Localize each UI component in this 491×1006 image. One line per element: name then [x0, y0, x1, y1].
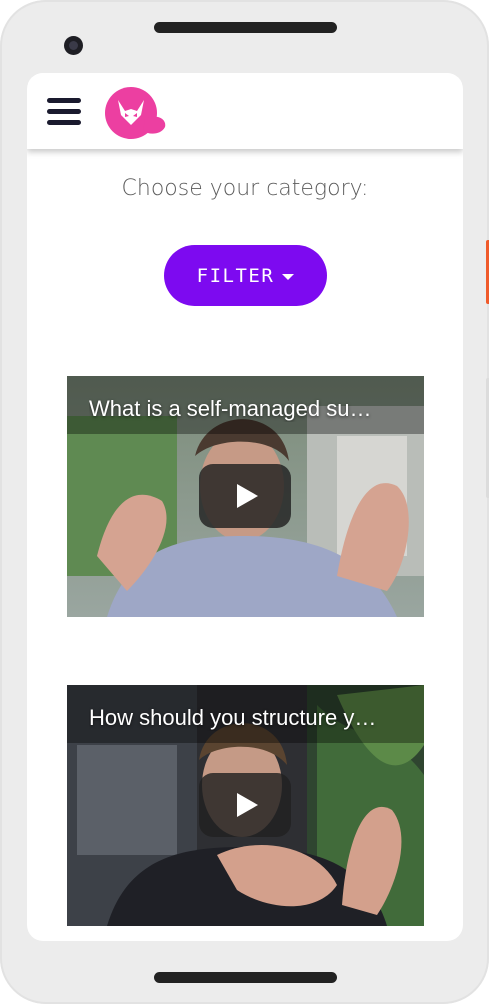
hamburger-menu-icon[interactable] [47, 96, 81, 126]
menu-line [47, 98, 81, 103]
filter-button[interactable]: FILTER [164, 245, 327, 306]
video-thumbnail-1[interactable]: What is a self-managed su… [67, 376, 424, 617]
video-title: What is a self-managed su… [89, 396, 372, 421]
home-indicator [154, 972, 337, 983]
menu-line [47, 120, 81, 125]
page-title: Choose your category: [121, 176, 369, 201]
video-thumbnail-2[interactable]: How should you structure y… [67, 685, 424, 926]
filter-button-label: FILTER [196, 264, 275, 287]
play-icon[interactable] [199, 773, 291, 837]
app-header [27, 73, 463, 149]
video-title: How should you structure y… [89, 705, 377, 730]
caret-down-icon [282, 274, 295, 280]
menu-line [47, 109, 81, 114]
fox-logo[interactable] [105, 85, 167, 139]
front-camera [64, 36, 83, 55]
speaker-grille [154, 22, 337, 33]
screen: Choose your category: FILTER What is a s… [27, 73, 463, 941]
play-icon[interactable] [199, 464, 291, 528]
phone-frame: Choose your category: FILTER What is a s… [0, 0, 489, 1004]
volume-button [486, 378, 489, 498]
power-button [486, 240, 489, 304]
